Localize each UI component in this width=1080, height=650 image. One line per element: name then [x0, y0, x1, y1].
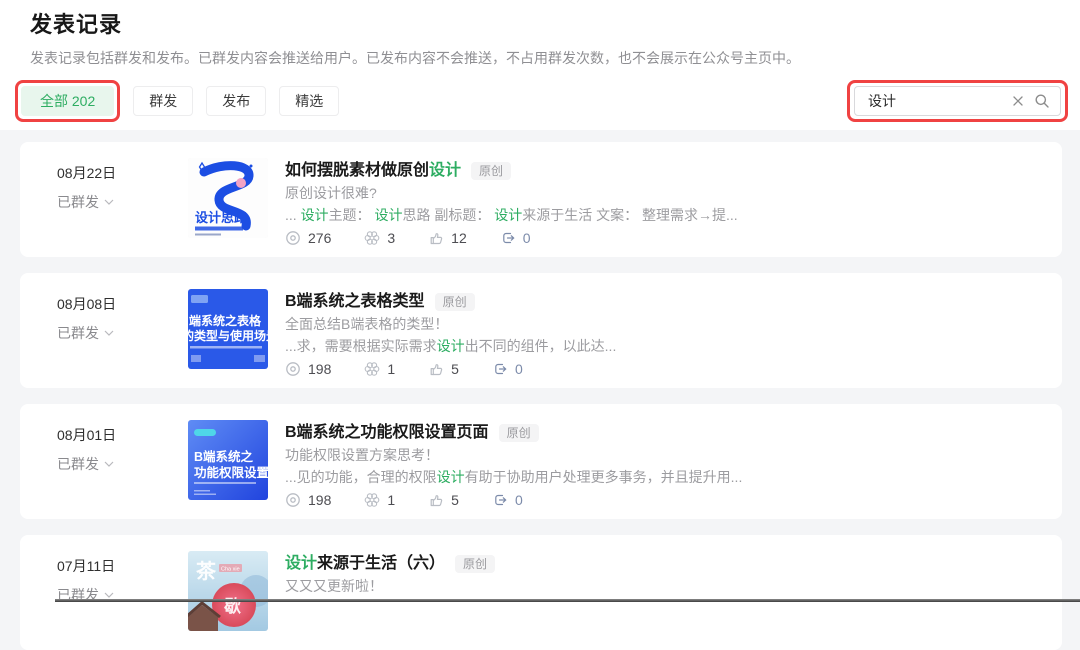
status-label: 已群发 [57, 192, 99, 212]
article-summary: 又又又更新啦！ [285, 575, 495, 597]
wow-flower-icon [364, 492, 380, 508]
stat-reads: 276 [285, 230, 331, 246]
reads-icon [285, 230, 301, 246]
search-icon[interactable] [1034, 93, 1050, 109]
status-dropdown[interactable]: 已群发 [57, 454, 114, 474]
chevron-down-icon [104, 330, 114, 336]
tab-all[interactable]: 全部 202 [21, 86, 114, 116]
svg-text:B端系统之: B端系统之 [194, 449, 254, 464]
stat-shares: 0 [500, 230, 531, 246]
original-badge: 原创 [471, 162, 511, 180]
status-label: 已群发 [57, 454, 99, 474]
share-icon [492, 492, 508, 508]
page-header: 发表记录 发表记录包括群发和发布。已群发内容会推送给用户。已发布内容不会推送，不… [0, 0, 1080, 130]
share-icon [492, 361, 508, 377]
stat-wow: 1 [364, 361, 395, 377]
list-item[interactable]: 08月22日 已群发 设计思路 如何摆脱素材做原创设计 原创 [20, 142, 1062, 257]
stat-reads: 198 [285, 492, 331, 508]
svg-text:的类型与使用场景: 的类型与使用场景 [188, 328, 268, 343]
list-item[interactable]: 08月01日 已群发 B端系统之 功能权限设置页 B端系统之功能权限设置页面 原… [20, 404, 1062, 519]
list-item[interactable]: 08月08日 已群发 端系统之表格 的类型与使用场景 B端系统之表格类型 原创 [20, 273, 1062, 388]
chevron-down-icon [104, 461, 114, 467]
svg-text:茶: 茶 [196, 560, 217, 583]
stat-shares: 0 [492, 492, 523, 508]
svg-text:功能权限设置页: 功能权限设置页 [194, 465, 268, 480]
svg-text:端系统之表格: 端系统之表格 [189, 313, 262, 328]
original-badge: 原创 [435, 293, 475, 311]
article-summary: 全面总结B端表格的类型！ [285, 313, 616, 335]
article-thumbnail[interactable]: B端系统之 功能权限设置页 [188, 420, 268, 500]
item-date: 08月08日 [57, 294, 188, 314]
svg-text:设计思路: 设计思路 [195, 210, 248, 225]
page-subtitle: 发表记录包括群发和发布。已群发内容会推送给用户。已发布内容不会推送，不占用群发次… [30, 49, 1068, 68]
item-date: 07月11日 [57, 556, 188, 576]
stat-likes: 5 [428, 361, 459, 377]
article-snippet: ...见的功能，合理的权限设计有助于协助用户处理更多事务，并且提升用... [285, 466, 742, 488]
wow-flower-icon [364, 361, 380, 377]
svg-text:Cha xie: Cha xie [221, 567, 240, 573]
clear-icon[interactable] [1011, 94, 1025, 108]
stat-shares: 0 [492, 361, 523, 377]
reads-icon [285, 492, 301, 508]
original-badge: 原创 [455, 555, 495, 573]
article-title[interactable]: B端系统之表格类型 [285, 290, 425, 313]
stats-row: 198 1 5 0 [285, 361, 616, 377]
reads-icon [285, 361, 301, 377]
wow-flower-icon [364, 230, 380, 246]
status-dropdown[interactable]: 已群发 [57, 192, 114, 212]
original-badge: 原创 [499, 424, 539, 442]
stat-wow: 1 [364, 492, 395, 508]
stat-likes: 12 [428, 230, 467, 246]
stat-reads: 198 [285, 361, 331, 377]
article-thumbnail[interactable]: 茶 Cha xie 歇 [188, 551, 268, 631]
chevron-down-icon [104, 592, 114, 598]
page-title: 发表记录 [30, 10, 1068, 40]
annotation-box-tabs: 全部 202 [15, 80, 120, 122]
like-icon [428, 492, 444, 508]
item-date: 08月22日 [57, 163, 188, 183]
article-title[interactable]: 如何摆脱素材做原创设计 [285, 159, 461, 182]
article-thumbnail[interactable]: 设计思路 [188, 158, 268, 238]
search-input[interactable] [868, 93, 1002, 109]
like-icon [428, 230, 444, 246]
stat-wow: 3 [364, 230, 395, 246]
status-dropdown[interactable]: 已群发 [57, 323, 114, 343]
article-title[interactable]: B端系统之功能权限设置页面 [285, 421, 489, 444]
tab-publish[interactable]: 发布 [206, 86, 266, 116]
article-thumbnail[interactable]: 端系统之表格 的类型与使用场景 [188, 289, 268, 369]
tab-featured[interactable]: 精选 [279, 86, 339, 116]
article-summary: 原创设计很难? [285, 182, 738, 204]
article-snippet: ...求，需要根据实际需求设计出不同的组件，以此达... [285, 335, 616, 357]
status-label: 已群发 [57, 585, 99, 605]
item-date: 08月01日 [57, 425, 188, 445]
annotation-box-search [847, 80, 1068, 122]
chevron-down-icon [104, 199, 114, 205]
article-title[interactable]: 设计来源于生活（六） [285, 552, 445, 575]
toolbar: 全部 202 群发 发布 精选 [15, 80, 1068, 122]
search-box[interactable] [854, 86, 1061, 116]
article-snippet: ... 设计主题： 设计思路 副标题： 设计来源于生活 文案： 整理需求→提..… [285, 204, 738, 226]
tab-group: 群发 发布 精选 [133, 86, 339, 116]
share-icon [500, 230, 516, 246]
status-label: 已群发 [57, 323, 99, 343]
list-item[interactable]: 07月11日 已群发 茶 Cha xie 歇 [20, 535, 1062, 650]
tab-mass-send[interactable]: 群发 [133, 86, 193, 116]
article-summary: 功能权限设置方案思考！ [285, 444, 742, 466]
stats-row: 276 3 12 0 [285, 230, 738, 246]
article-list: 08月22日 已群发 设计思路 如何摆脱素材做原创设计 原创 [0, 130, 1080, 650]
stats-row: 198 1 5 0 [285, 492, 742, 508]
status-dropdown[interactable]: 已群发 [57, 585, 114, 605]
like-icon [428, 361, 444, 377]
stat-likes: 5 [428, 492, 459, 508]
